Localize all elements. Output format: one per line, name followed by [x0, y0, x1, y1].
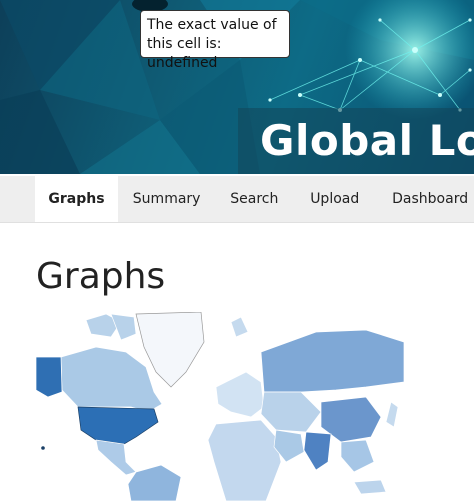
- map-region-south-america[interactable]: [127, 464, 182, 501]
- map-region-canada[interactable]: [60, 346, 163, 413]
- map-region-usa[interactable]: [77, 406, 159, 445]
- map-region-hawaii[interactable]: [41, 446, 45, 450]
- cell-value-tooltip: The exact value of this cell is: undefin…: [140, 10, 290, 71]
- tab-spacer: [0, 176, 35, 222]
- map-region-svalbard[interactable]: [230, 316, 249, 338]
- banner-title: Global Logi: [260, 116, 474, 165]
- map-region-alaska[interactable]: [36, 356, 63, 398]
- tab-upload[interactable]: Upload: [293, 176, 376, 222]
- tab-summary[interactable]: Summary: [118, 176, 215, 222]
- map-region-india[interactable]: [303, 431, 332, 471]
- world-choropleth-map[interactable]: [36, 312, 406, 501]
- page: Global Logi The exact value of this cell…: [0, 0, 474, 501]
- tab-bar: Graphs Summary Search Upload Dashboard: [0, 176, 474, 223]
- map-region-russia[interactable]: [260, 329, 405, 393]
- tab-search[interactable]: Search: [215, 176, 293, 222]
- map-region-indonesia[interactable]: [353, 479, 387, 495]
- map-region-central-asia[interactable]: [260, 391, 322, 433]
- map-region-southeast-asia[interactable]: [340, 439, 375, 473]
- map-region-japan[interactable]: [385, 401, 399, 428]
- tab-dashboard[interactable]: Dashboard: [376, 176, 474, 222]
- tab-graphs[interactable]: Graphs: [35, 176, 118, 222]
- map-region-africa[interactable]: [207, 419, 282, 501]
- map-region-europe[interactable]: [215, 371, 265, 418]
- map-region-mexico[interactable]: [95, 439, 137, 476]
- page-title: Graphs: [36, 256, 166, 297]
